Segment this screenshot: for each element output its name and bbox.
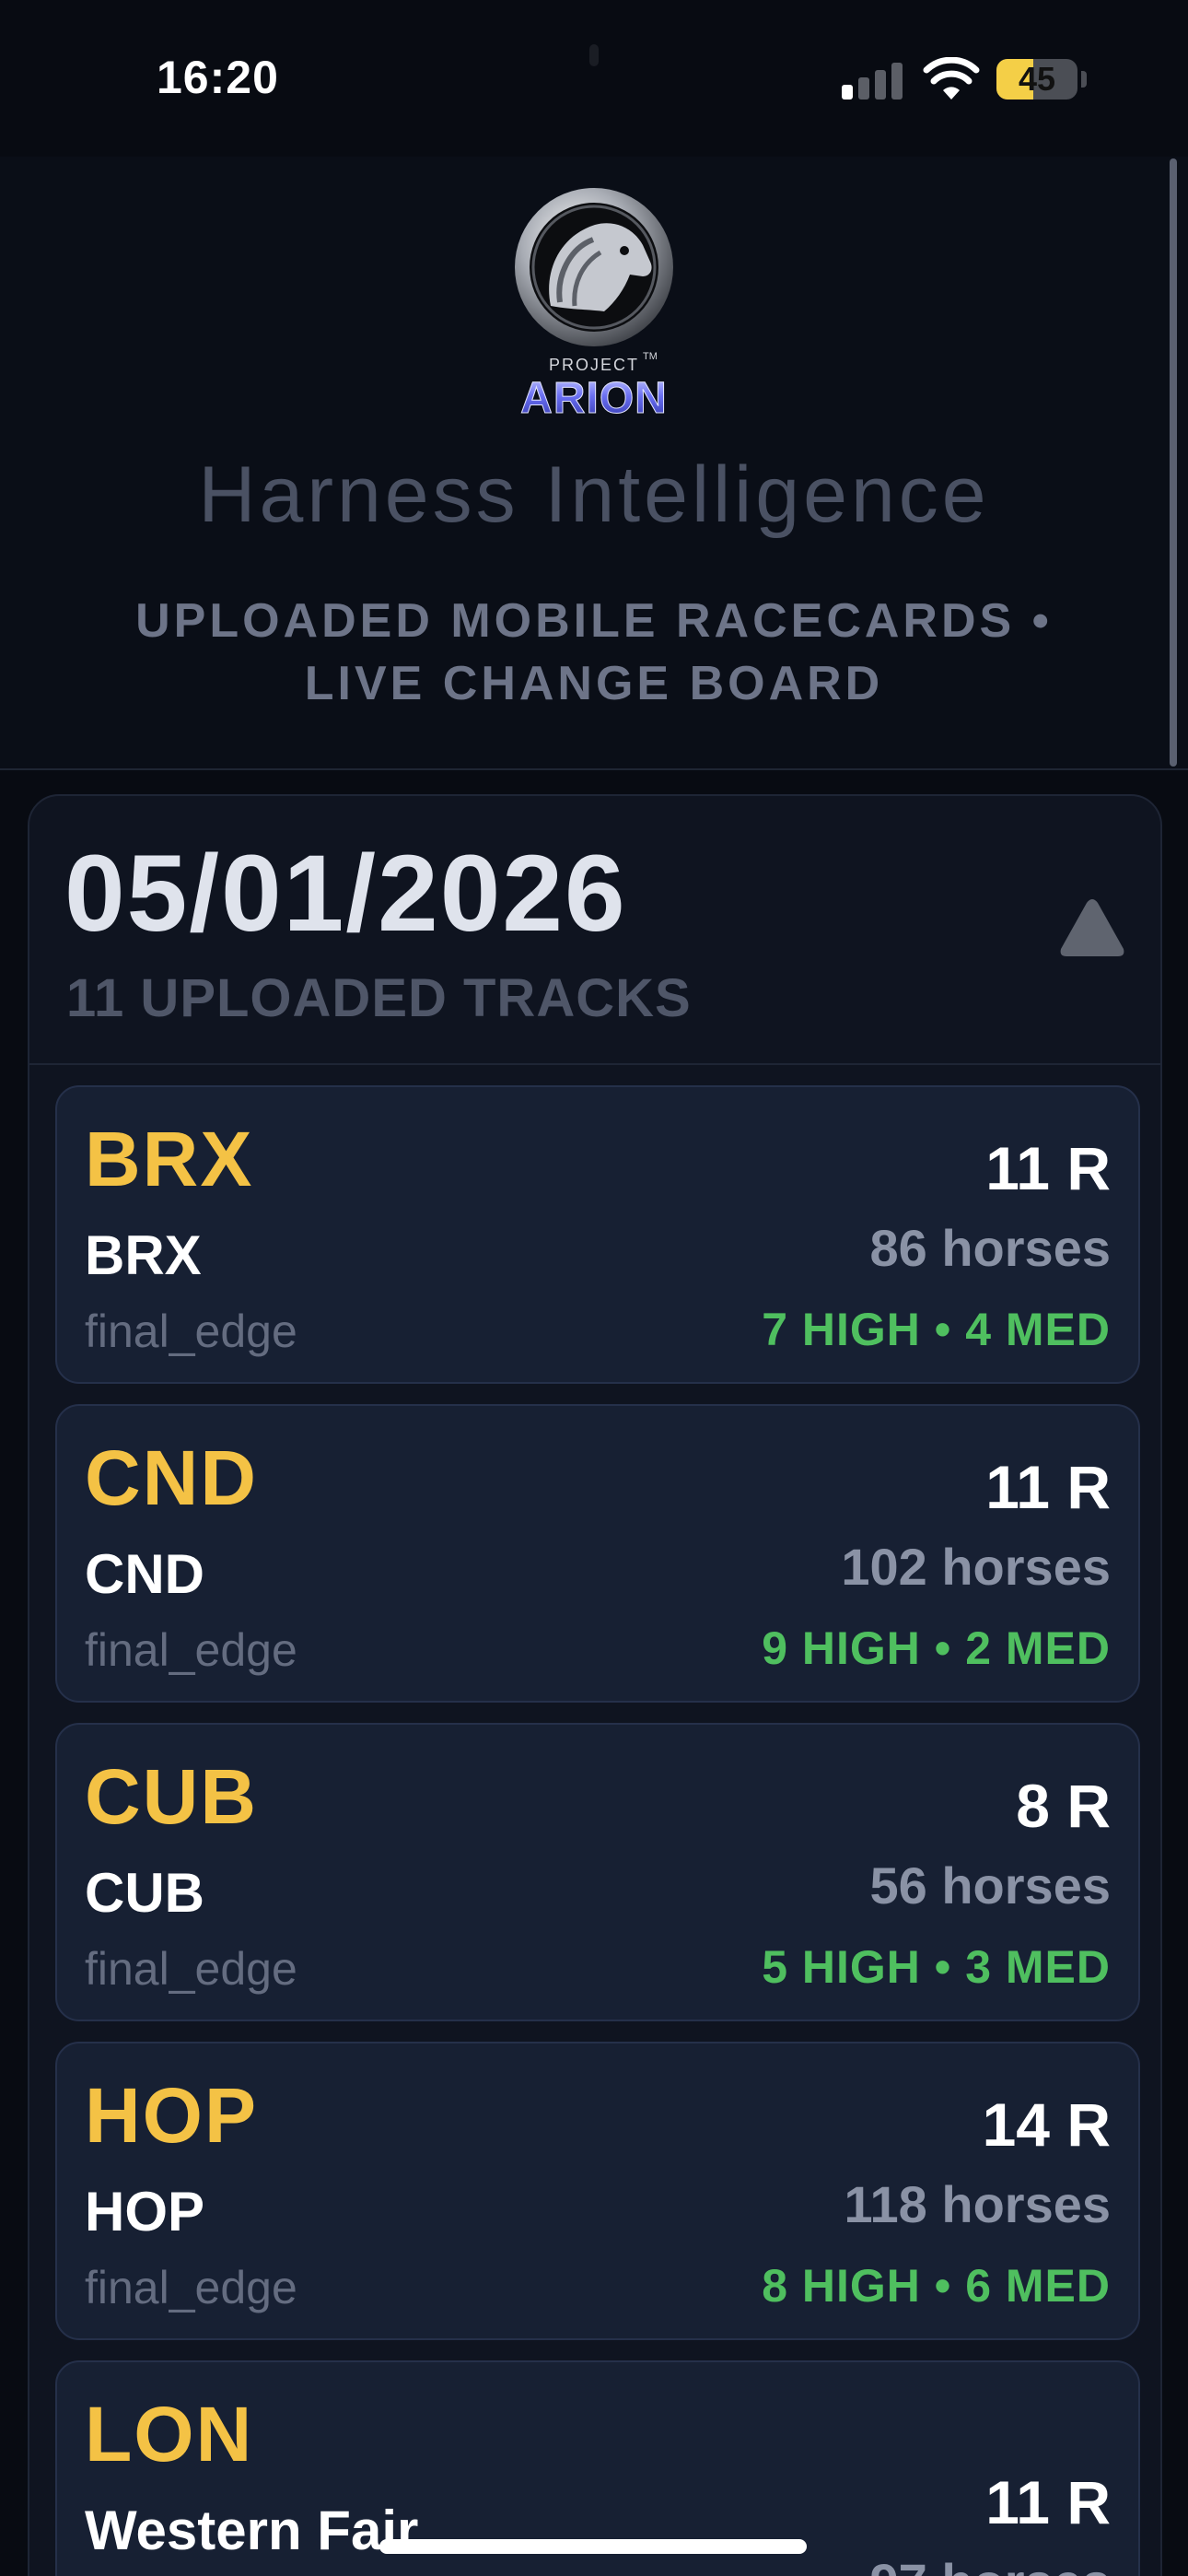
track-confidence-summary: 5 HIGH • 3 MED [762, 1941, 1111, 1993]
cellular-signal-icon [842, 63, 904, 100]
track-race-count: 11 R [985, 2468, 1111, 2536]
racecards-screen: 16:20 45 PROJECT TM ARION Harness Intell… [0, 0, 1188, 2576]
track-code: CND [85, 1434, 258, 1521]
app-subtitle-line: UPLOADED MOBILE RACECARDS • [135, 594, 1053, 648]
app-subtitle: UPLOADED MOBILE RACECARDS • LIVE CHANGE … [87, 590, 1101, 715]
status-time: 16:20 [157, 52, 279, 103]
app-title: Harness Intelligence [198, 451, 990, 539]
track-name: CND [85, 1543, 204, 1605]
track-confidence-summary: 9 HIGH • 2 MED [762, 1622, 1111, 1674]
track-code: HOP [85, 2072, 259, 2159]
track-confidence-summary: 7 HIGH • 4 MED [762, 1304, 1111, 1355]
home-indicator[interactable] [379, 2539, 807, 2554]
uploaded-tracks-count: 11 UPLOADED TRACKS [66, 968, 692, 1028]
track-horse-count: 102 horses [841, 1538, 1111, 1596]
track-race-count: 11 R [985, 1134, 1111, 1202]
track-model: final_edge [85, 1306, 297, 1357]
logo-brand-text: ARION [520, 374, 668, 423]
battery-icon: 45 [996, 59, 1077, 100]
track-confidence-summary: 8 HIGH • 6 MED [762, 2260, 1111, 2312]
app-header: PROJECT TM ARION Harness Intelligence UP… [0, 157, 1188, 770]
status-bar: 16:20 45 [0, 0, 1188, 157]
track-race-count: 8 R [1016, 1772, 1111, 1840]
battery-level: 45 [1018, 60, 1056, 98]
scrollbar[interactable] [1170, 158, 1177, 767]
track-race-count: 14 R [982, 2090, 1111, 2159]
track-code: LON [85, 2391, 254, 2477]
race-date: 05/01/2026 [64, 833, 627, 954]
track-race-count: 11 R [985, 1453, 1111, 1521]
date-group-card: 05/01/2026 11 UPLOADED TRACKS BRX BRX fi… [28, 794, 1162, 2576]
date-group-header[interactable]: 05/01/2026 11 UPLOADED TRACKS [29, 796, 1160, 1065]
camera-indicator [589, 44, 599, 66]
wifi-icon [923, 57, 980, 100]
track-card-hop[interactable]: HOP HOP final_edge 14 R 118 horses 8 HIG… [55, 2042, 1140, 2340]
track-name: HOP [85, 2181, 205, 2242]
battery-cap [1081, 71, 1087, 88]
track-model: final_edge [85, 1943, 297, 1995]
track-horse-count: 118 horses [844, 2175, 1111, 2233]
track-card-brx[interactable]: BRX BRX final_edge 11 R 86 horses 7 HIGH… [55, 1085, 1140, 1384]
horse-head-logo-icon: PROJECT TM ARION [515, 188, 673, 424]
logo-trademark: TM [643, 351, 658, 362]
track-name: CUB [85, 1862, 204, 1924]
track-horse-count: 97 horses [870, 2552, 1112, 2576]
track-model: final_edge [85, 2262, 297, 2313]
track-card-cnd[interactable]: CND CND final_edge 11 R 102 horses 9 HIG… [55, 1404, 1140, 1703]
track-code: BRX [85, 1116, 254, 1202]
track-horse-count: 86 horses [869, 1219, 1112, 1277]
track-model: final_edge [85, 1624, 297, 1676]
app-subtitle-line: LIVE CHANGE BOARD [304, 657, 884, 710]
track-horse-count: 56 horses [869, 1856, 1112, 1914]
triangle-up-icon[interactable] [1059, 896, 1125, 958]
track-name: BRX [85, 1224, 202, 1286]
track-code: CUB [85, 1753, 258, 1840]
logo-top-text: PROJECT [549, 356, 639, 374]
track-card-cub[interactable]: CUB CUB final_edge 8 R 56 horses 5 HIGH … [55, 1723, 1140, 2021]
track-name: Western Fair [85, 2500, 419, 2561]
